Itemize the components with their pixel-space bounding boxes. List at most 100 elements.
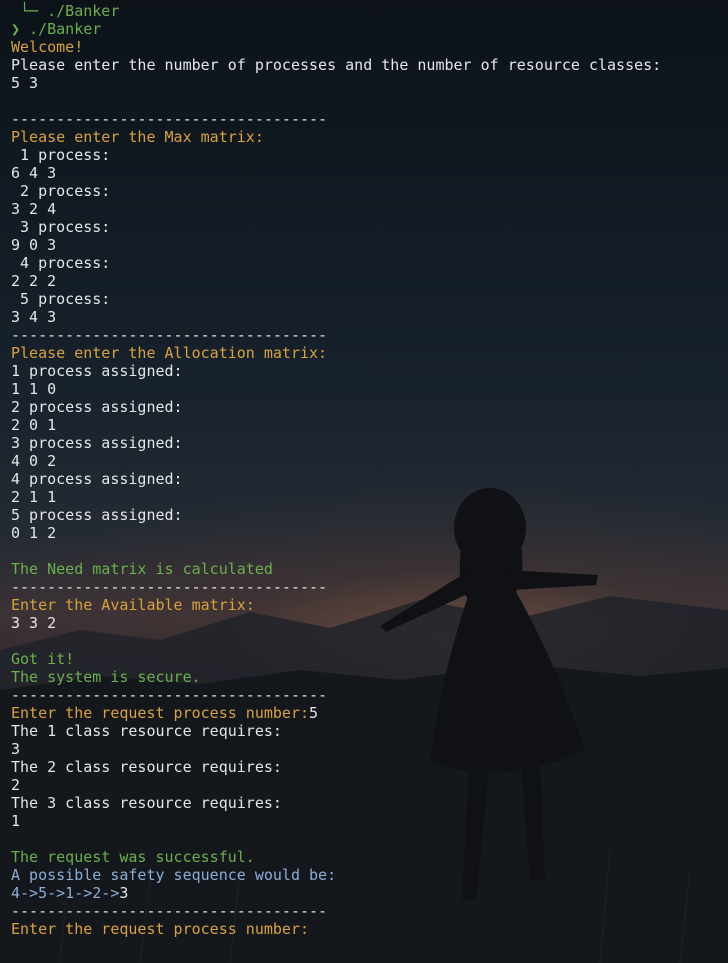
- terminal-line: 4 process assigned:: [11, 470, 728, 488]
- terminal-line: 3 process:: [11, 218, 728, 236]
- terminal-line: Enter the request process number:5: [11, 704, 728, 722]
- terminal-line: 5 process assigned:: [11, 506, 728, 524]
- terminal-line: 4->5->1->2->3: [11, 884, 728, 902]
- terminal-line-text: A possible safety sequence would be:: [11, 866, 337, 884]
- terminal-line: 2 process:: [11, 182, 728, 200]
- terminal-line: The 2 class resource requires:: [11, 758, 728, 776]
- terminal-line: 3 process assigned:: [11, 434, 728, 452]
- terminal-line-text: -----------------------------------: [11, 110, 328, 128]
- terminal-line-text: 4 process:: [11, 254, 111, 272]
- terminal-line-text: The Need matrix is calculated: [11, 560, 273, 578]
- terminal-line: 0 1 2: [11, 524, 728, 542]
- terminal-line: Enter the Available matrix:: [11, 596, 728, 614]
- terminal-line-text: 4 0 2: [11, 452, 57, 470]
- terminal-line-text: 2: [11, 776, 21, 794]
- terminal-line-text: 4->5->1->2->: [11, 884, 120, 902]
- terminal-line: Please enter the Allocation matrix:: [11, 344, 728, 362]
- terminal-line: Welcome!: [11, 38, 728, 56]
- terminal-line: The system is secure.: [11, 668, 728, 686]
- terminal-line: 5 process:: [11, 290, 728, 308]
- terminal-line-text: The request was successful.: [11, 848, 255, 866]
- terminal-line-text: Enter the request process number:: [11, 704, 310, 722]
- terminal-line: -----------------------------------: [11, 686, 728, 704]
- terminal-line-text: 6 4 3: [11, 164, 57, 182]
- terminal-line-text: 3: [11, 740, 21, 758]
- terminal-line-text: -----------------------------------: [11, 578, 328, 596]
- terminal-line-text: The 1 class resource requires:: [11, 722, 282, 740]
- terminal-line: 1 process assigned:: [11, 362, 728, 380]
- terminal-line: 2: [11, 776, 728, 794]
- terminal-line-text: 2 0 1: [11, 416, 57, 434]
- terminal-line-text: Please enter the number of processes and…: [11, 56, 662, 74]
- terminal-line-text: 1 1 0: [11, 380, 57, 398]
- terminal-line: 4 0 2: [11, 452, 728, 470]
- terminal-line: Please enter the Max matrix:: [11, 128, 728, 146]
- terminal-line-text: 3 process assigned:: [11, 434, 183, 452]
- terminal-line: 2 2 2: [11, 272, 728, 290]
- terminal-line-text: Got it!: [11, 650, 75, 668]
- terminal-line: -----------------------------------: [11, 902, 728, 920]
- terminal-line: 4 process:: [11, 254, 728, 272]
- terminal-line: Got it!: [11, 650, 728, 668]
- terminal-user-input: 3: [119, 884, 129, 902]
- terminal-line: 3 2 4: [11, 200, 728, 218]
- terminal-line-text: 3 4 3: [11, 308, 57, 326]
- terminal-line: 9 0 3: [11, 236, 728, 254]
- terminal-line: 2 1 1: [11, 488, 728, 506]
- terminal-line: 1: [11, 812, 728, 830]
- terminal-user-input: 5: [309, 704, 319, 722]
- terminal-line-text: ❯ ./Banker: [11, 20, 102, 38]
- terminal-line-text: 5 process assigned:: [11, 506, 183, 524]
- terminal-line-text: 3 process:: [11, 218, 111, 236]
- terminal-line-text: 5 process:: [11, 290, 111, 308]
- terminal-line-text: 4 process assigned:: [11, 470, 183, 488]
- terminal-line-text: Please enter the Max matrix:: [11, 128, 264, 146]
- terminal-line-text: └─ ./Banker: [11, 2, 120, 20]
- terminal-line-text: Enter the Available matrix:: [11, 596, 255, 614]
- terminal-line: -----------------------------------: [11, 578, 728, 596]
- terminal-line-text: 3 2 4: [11, 200, 57, 218]
- terminal-line: 2 0 1: [11, 416, 728, 434]
- terminal-line-text: 1 process assigned:: [11, 362, 183, 380]
- terminal-line-text: -----------------------------------: [11, 686, 328, 704]
- terminal-line: 1 process:: [11, 146, 728, 164]
- terminal-line-text: The system is secure.: [11, 668, 201, 686]
- terminal-line: 1 1 0: [11, 380, 728, 398]
- terminal-line: The 1 class resource requires:: [11, 722, 728, 740]
- terminal-line-text: The 2 class resource requires:: [11, 758, 282, 776]
- terminal-line: 3 4 3: [11, 308, 728, 326]
- terminal-line-text: 3 3 2: [11, 614, 57, 632]
- terminal-line: 5 3: [11, 74, 728, 92]
- terminal-output: └─ ./Banker ❯ ./Banker Welcome! Please ente…: [0, 0, 728, 963]
- terminal-line-text: 2 1 1: [11, 488, 57, 506]
- terminal-line: -----------------------------------: [11, 110, 728, 128]
- terminal-line-text: 5 3: [11, 74, 39, 92]
- terminal-line-text: -----------------------------------: [11, 326, 328, 344]
- terminal-line: A possible safety sequence would be:: [11, 866, 728, 884]
- terminal-line-text: 1 process:: [11, 146, 111, 164]
- terminal-line-text: 9 0 3: [11, 236, 57, 254]
- terminal-line-text: Enter the request process number:: [11, 920, 310, 938]
- terminal-line: Enter the request process number:: [11, 920, 728, 938]
- terminal-line: The 3 class resource requires:: [11, 794, 728, 812]
- terminal-line: 3: [11, 740, 728, 758]
- terminal-line: 3 3 2: [11, 614, 728, 632]
- terminal-line-text: 1: [11, 812, 21, 830]
- terminal-line: ❯ ./Banker: [11, 20, 728, 38]
- terminal-line: The request was successful.: [11, 848, 728, 866]
- terminal-line-text: The 3 class resource requires:: [11, 794, 282, 812]
- terminal-line-text: 0 1 2: [11, 524, 57, 542]
- terminal-line: 6 4 3: [11, 164, 728, 182]
- terminal-line: └─ ./Banker: [11, 2, 728, 20]
- terminal-line-text: Welcome!: [11, 38, 84, 56]
- terminal-line-text: 2 process:: [11, 182, 111, 200]
- terminal-line: 2 process assigned:: [11, 398, 728, 416]
- terminal-line-text: 2 process assigned:: [11, 398, 183, 416]
- terminal-line: -----------------------------------: [11, 326, 728, 344]
- terminal-line: The Need matrix is calculated: [11, 560, 728, 578]
- terminal-line-text: Please enter the Allocation matrix:: [11, 344, 328, 362]
